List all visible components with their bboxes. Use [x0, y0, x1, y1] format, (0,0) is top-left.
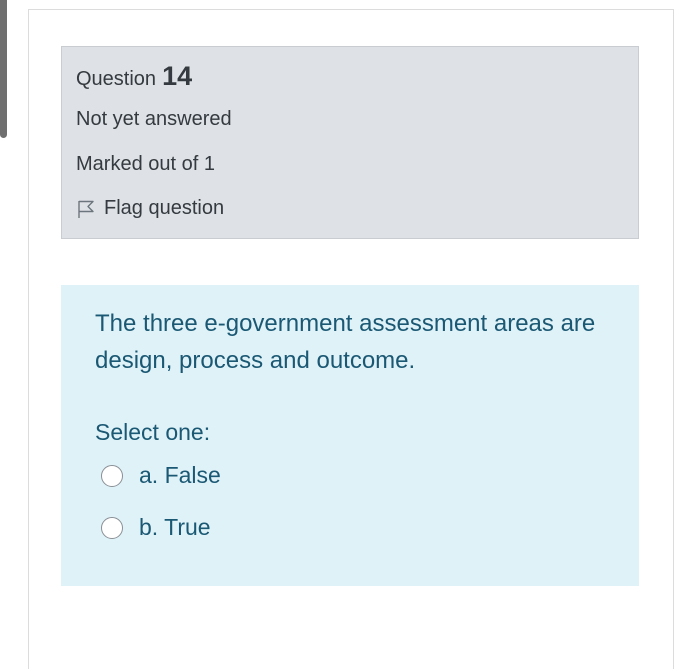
answer-label: b. True: [139, 514, 211, 540]
answer-option-true[interactable]: b. True: [101, 514, 211, 541]
question-info-panel: Question 14 Not yet answered Marked out o…: [61, 46, 639, 239]
flag-question-link[interactable]: Flag question: [76, 197, 224, 220]
answer-label: a. False: [139, 462, 221, 488]
radio-button[interactable]: [101, 464, 123, 487]
question-label: Question: [76, 68, 157, 90]
question-grade: Marked out of 1: [76, 153, 215, 175]
question-content-panel: The three e-government assessment areas …: [61, 285, 639, 586]
question-text: The three e-government assessment areas …: [95, 310, 596, 374]
question-number-value: 14: [162, 61, 193, 91]
answer-option-false[interactable]: a. False: [101, 462, 221, 489]
scrollbar-thumb[interactable]: [0, 0, 7, 138]
flag-question-label: Flag question: [104, 197, 225, 219]
question-number: Question 14: [76, 61, 192, 92]
question-state: Not yet answered: [76, 108, 232, 130]
radio-button[interactable]: [101, 516, 123, 539]
flag-icon: [76, 199, 96, 219]
select-one-prompt: Select one:: [95, 419, 211, 445]
